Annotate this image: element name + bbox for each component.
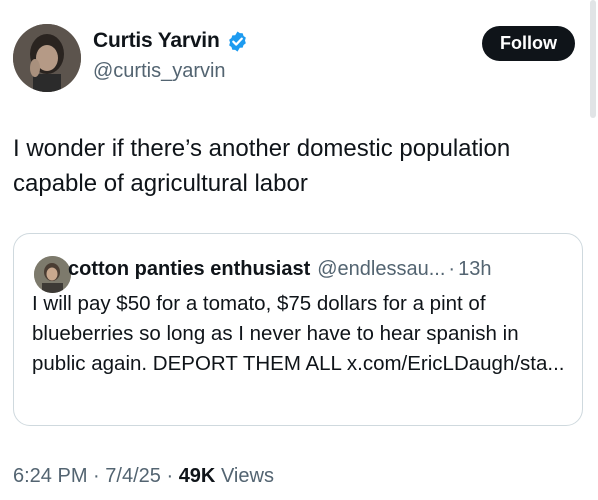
- scrollbar-thumb[interactable]: [590, 0, 596, 118]
- quote-separator: ·: [448, 258, 456, 280]
- tweet-date[interactable]: 7/4/25: [105, 465, 161, 487]
- author-handle[interactable]: @curtis_yarvin: [93, 60, 226, 83]
- quote-author-name: cotton panties enthusiast: [68, 258, 311, 280]
- quote-text: I will pay $50 for a tomato, $75 dollars…: [32, 292, 565, 375]
- author-display-name[interactable]: Curtis Yarvin: [93, 29, 220, 53]
- views-label: Views: [220, 465, 274, 487]
- author-name-row[interactable]: Curtis Yarvin: [93, 29, 249, 53]
- tweet-meta: 6:24 PM · 7/4/25 · 49K Views: [13, 465, 274, 488]
- tweet-time[interactable]: 6:24 PM: [13, 465, 87, 487]
- quote-author-avatar: [34, 256, 71, 293]
- quote-header: cotton panties enthusiast @endlessau... …: [68, 258, 491, 281]
- quote-timestamp: 13h: [458, 258, 492, 280]
- meta-separator: ·: [93, 465, 100, 487]
- author-avatar[interactable]: [13, 24, 81, 92]
- quote-tweet-card[interactable]: cotton panties enthusiast @endlessau... …: [13, 233, 583, 426]
- verified-badge-icon: [226, 30, 249, 53]
- meta-separator: ·: [166, 465, 174, 487]
- tweet-text: I wonder if there’s another domestic pop…: [13, 135, 511, 197]
- quote-author-handle: @endlessau...: [317, 258, 446, 280]
- follow-button[interactable]: Follow: [482, 26, 575, 61]
- views-count: 49K: [178, 465, 216, 487]
